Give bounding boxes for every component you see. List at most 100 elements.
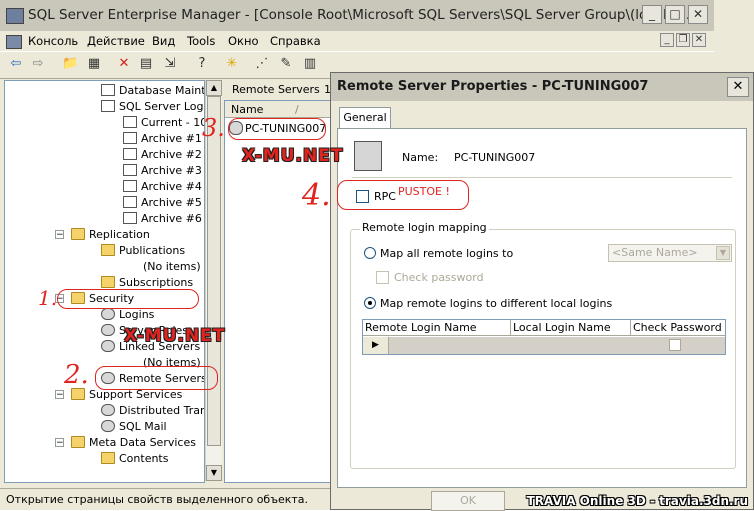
tree-node[interactable]: Meta Data Services [71, 435, 196, 451]
watermark-bottom: X-MU.NET [124, 326, 226, 346]
back-icon[interactable]: ⇦ [8, 56, 24, 72]
name-label: Name: [402, 151, 439, 164]
log-document-icon [123, 180, 137, 192]
register-server-icon[interactable]: ⋰ [254, 56, 270, 72]
tree-node-label: Archive #6 - [141, 212, 205, 225]
help-icon[interactable]: ? [194, 56, 210, 72]
properties-icon[interactable]: ▤ [138, 56, 154, 72]
folder-icon [71, 436, 85, 448]
tree-node[interactable]: Contents [101, 451, 168, 467]
server-object-icon [101, 404, 115, 416]
grid-header-remote-login[interactable]: Remote Login Name [363, 320, 511, 336]
annotation-pustoe: PUSTOE ! [398, 185, 450, 198]
mdi-restore-button[interactable]: ❐ [676, 33, 690, 47]
annotation-oval-remote-servers [95, 366, 218, 390]
log-document-icon [123, 196, 137, 208]
scroll-down-button[interactable]: ▼ [206, 465, 222, 481]
log-document-icon [101, 100, 115, 112]
menu-bar: Консоль Действие Вид Tools Окно Справка … [0, 31, 714, 51]
new-icon[interactable]: ✎ [278, 56, 294, 72]
mdi-close-button[interactable]: ✕ [692, 33, 706, 47]
dialog-title-bar: Remote Server Properties - PC-TUNING007 … [331, 73, 753, 101]
show-tree-icon[interactable]: ▦ [86, 56, 102, 72]
enterprise-manager-icon [6, 8, 24, 24]
collapse-toggle-icon[interactable]: − [55, 438, 64, 448]
menu-console[interactable]: Консоль [28, 34, 78, 48]
tree-node[interactable]: Archive #6 - [123, 211, 205, 227]
forward-icon[interactable]: ⇨ [30, 56, 46, 72]
tree-node[interactable]: Archive #4 - [123, 179, 204, 195]
server-object-icon [101, 340, 115, 352]
annotation-number-2: 2. [64, 360, 89, 390]
same-name-dropdown[interactable]: <Same Name> ▼ [608, 244, 732, 262]
export-icon[interactable]: ⇲ [162, 56, 178, 72]
row-check-password-checkbox[interactable] [669, 339, 681, 351]
window-title: SQL Server Enterprise Manager - [Console… [28, 7, 695, 23]
tree-node-label: Database Maintenance [119, 84, 205, 97]
map-different-radio[interactable] [364, 297, 376, 309]
close-button[interactable]: ✕ [688, 5, 708, 24]
tree-node[interactable]: Archive #1 - [123, 131, 204, 147]
status-bar: Открытие страницы свойств выделенного об… [0, 488, 330, 510]
collapse-toggle-icon[interactable]: − [55, 230, 64, 240]
scroll-up-button[interactable]: ▲ [206, 80, 222, 96]
map-all-radio[interactable] [364, 247, 376, 259]
menu-tools[interactable]: Tools [187, 34, 215, 48]
tree-node[interactable]: Publications [101, 243, 185, 259]
dialog-title: Remote Server Properties - PC-TUNING007 [337, 79, 649, 94]
tree-node-label: Current - 10/ [141, 116, 205, 129]
tree-node[interactable]: (No items) [143, 259, 201, 275]
tree-node[interactable]: Archive #2 - [123, 147, 204, 163]
log-document-icon [123, 164, 137, 176]
tree-node[interactable]: Archive #3 - [123, 163, 204, 179]
tree-node[interactable]: Current - 10/ [123, 115, 205, 131]
tree-node[interactable]: Archive #5 - [123, 195, 204, 211]
up-folder-icon[interactable]: 📁 [62, 56, 78, 72]
grid-header-local-login[interactable]: Local Login Name [511, 320, 631, 336]
sort-indicator: / [295, 103, 299, 116]
tab-general[interactable]: General [339, 107, 391, 129]
tree-node[interactable]: Logins [101, 307, 154, 323]
tree-node[interactable]: SQL Server Logs [101, 99, 205, 115]
check-password-checkbox[interactable] [376, 271, 389, 284]
title-bar: SQL Server Enterprise Manager - [Console… [0, 0, 714, 32]
tree-node-label: Contents [119, 452, 169, 465]
footer-watermark: TRAVIA Online 3D - travia.3dn.ru [526, 494, 748, 508]
log-document-icon [101, 84, 115, 96]
tree-node-label: Publications [119, 244, 186, 257]
tree-node-label: Subscriptions [119, 276, 194, 289]
delete-icon[interactable]: ✕ [116, 56, 132, 72]
wizard-icon[interactable]: ✳ [224, 56, 240, 72]
database-icon[interactable]: ▥ [302, 56, 318, 72]
menu-help[interactable]: Справка [270, 34, 321, 48]
menu-window[interactable]: Окно [228, 34, 259, 48]
minimize-button[interactable]: _ [642, 5, 662, 24]
menu-action[interactable]: Действие [87, 34, 145, 48]
tree-node[interactable]: Distributed Trans [101, 403, 205, 419]
log-document-icon [123, 132, 137, 144]
maximize-button[interactable]: □ [665, 5, 685, 24]
mdi-minimize-button[interactable]: _ [660, 33, 674, 47]
tree-node[interactable]: Replication [71, 227, 150, 243]
annotation-number-4: 4. [302, 178, 331, 213]
column-header-name[interactable]: Name / [225, 101, 333, 118]
collapse-toggle-icon[interactable]: − [55, 390, 64, 400]
tree-node[interactable]: Database Maintenance [101, 83, 205, 99]
login-mapping-grid[interactable]: Remote Login Name Local Login Name Check… [362, 319, 726, 355]
details-title: Remote Servers [232, 83, 320, 96]
server-object-icon [101, 324, 115, 336]
tree-node[interactable]: SQL Mail [101, 419, 167, 435]
scroll-thumb[interactable] [207, 96, 221, 446]
remote-server-properties-dialog: Remote Server Properties - PC-TUNING007 … [330, 72, 754, 511]
ok-button[interactable]: OK [431, 491, 505, 511]
check-password-label: Check password [394, 271, 484, 284]
grid-header-check-password[interactable]: Check Password [631, 320, 725, 336]
dialog-close-button[interactable]: ✕ [727, 77, 749, 97]
menu-view[interactable]: Вид [152, 34, 175, 48]
annotation-number-3: 3. [202, 114, 225, 142]
tree-node-label: Distributed Trans [119, 404, 205, 417]
table-row[interactable]: ▶ [363, 337, 725, 354]
console-tree[interactable]: Database Maintenance SQL Server Logs Curre… [4, 80, 205, 483]
row-pointer-icon: ▶ [363, 337, 389, 354]
tree-node-label: SQL Server Logs [119, 100, 205, 113]
